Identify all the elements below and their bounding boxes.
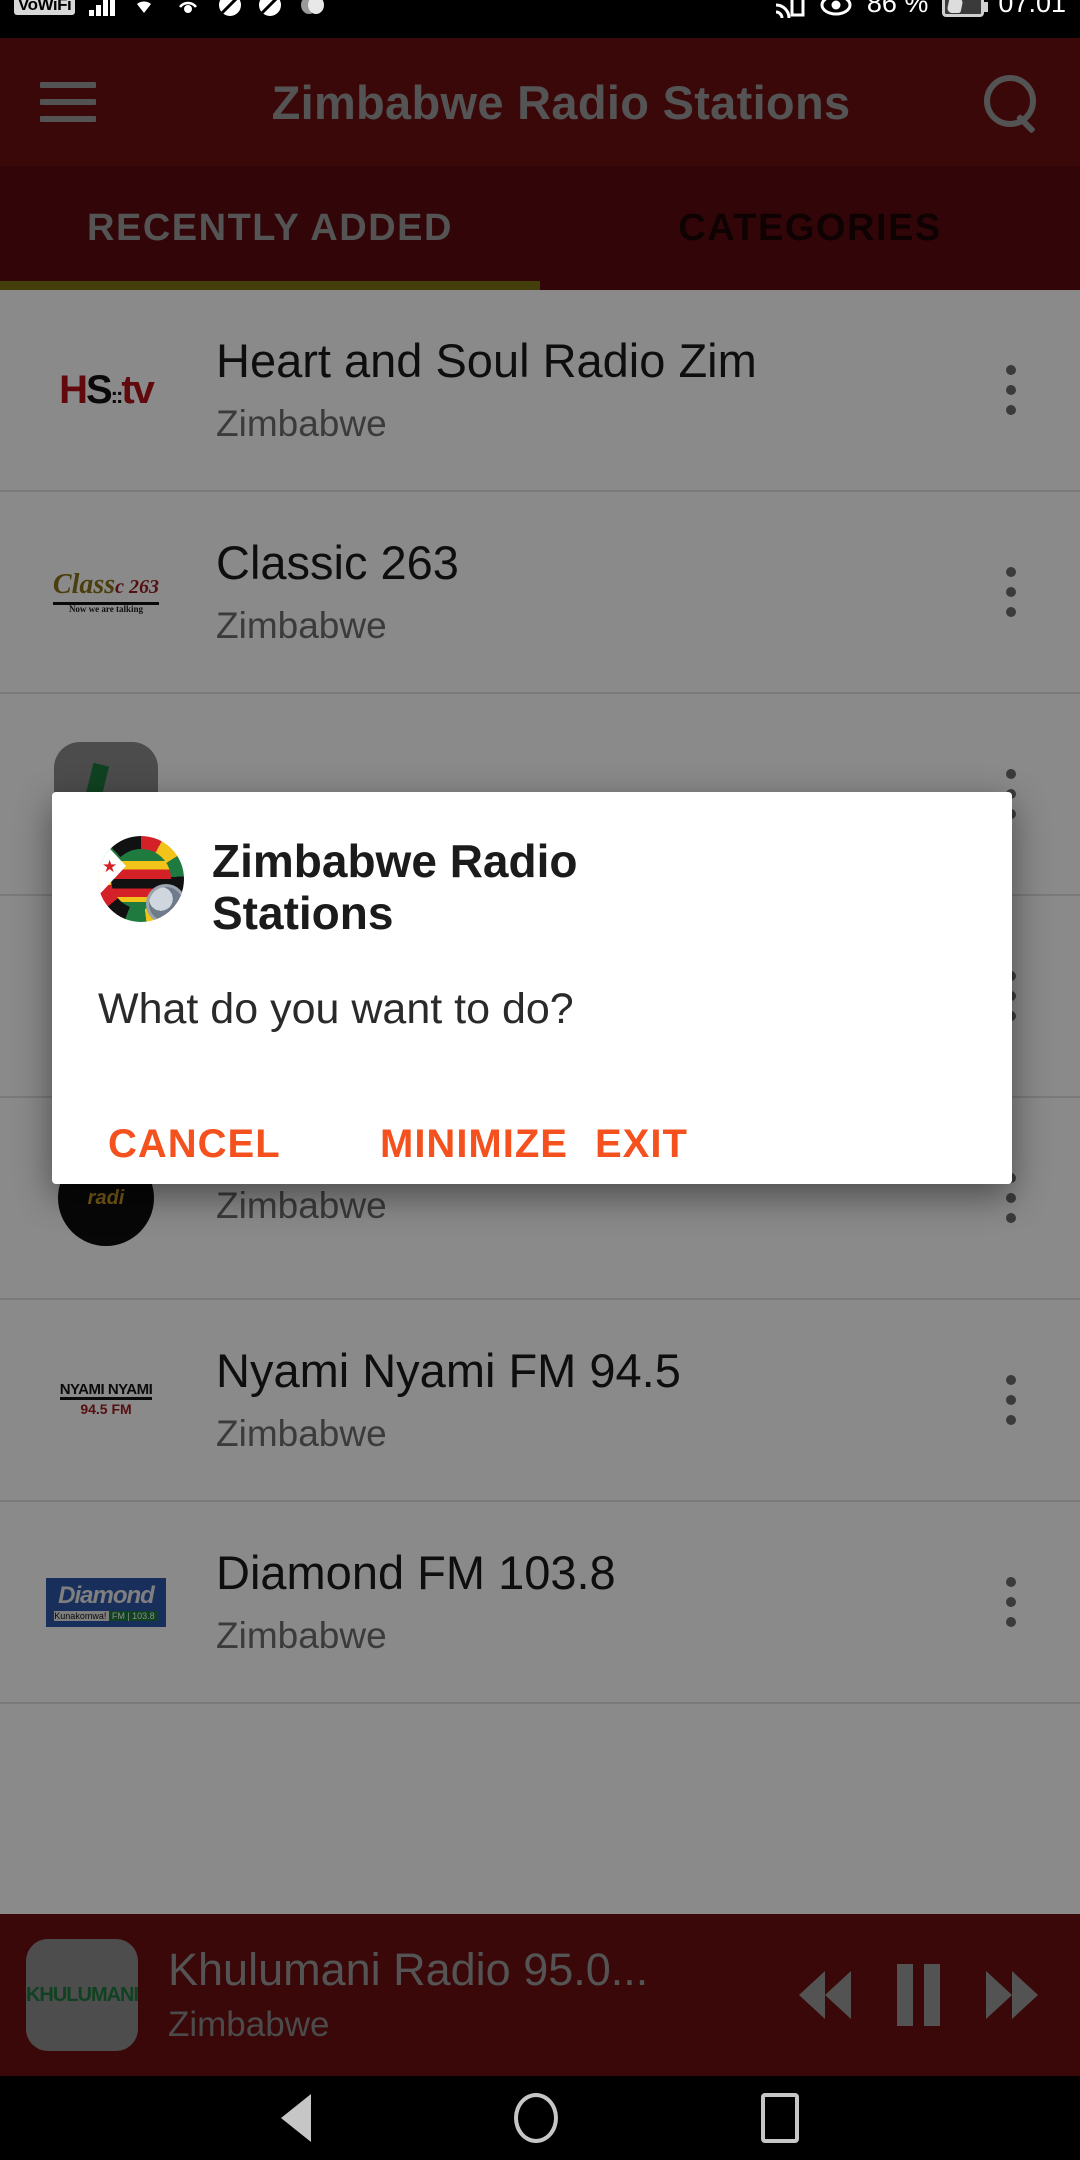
recents-square-icon[interactable] <box>760 2093 799 2143</box>
phone-screen: VoWiFi 86 % 07.01 Zimbabwe Radio Station… <box>0 0 1080 2160</box>
hotspot-icon <box>173 0 203 22</box>
dialog-title: Zimbabwe Radio Stations <box>212 835 578 939</box>
signal-bars-icon <box>89 0 116 22</box>
do-not-disturb-icon <box>257 0 283 22</box>
eye-care-icon <box>819 0 853 22</box>
home-circle-icon[interactable] <box>513 2093 558 2143</box>
cancel-button[interactable]: CANCEL <box>108 1122 281 1167</box>
battery-charging-icon <box>942 0 989 22</box>
wifi-icon <box>129 0 159 22</box>
battery-percent-label: 86 % <box>866 0 929 18</box>
minimize-button[interactable]: MINIMIZE <box>380 1122 568 1167</box>
back-triangle-icon[interactable] <box>281 2094 312 2142</box>
do-not-disturb-icon <box>217 0 243 22</box>
dialog-message: What do you want to do? <box>98 985 574 1034</box>
vowifi-badge-icon: VoWiFi <box>14 0 76 22</box>
exit-button[interactable]: EXIT <box>595 1122 688 1167</box>
clock-label: 07.01 <box>998 0 1066 18</box>
zimbabwe-radio-app-icon: ★ <box>98 836 184 922</box>
status-bar: VoWiFi 86 % 07.01 <box>0 0 1080 38</box>
cast-icon <box>773 0 805 22</box>
exit-confirm-dialog: ★ Zimbabwe Radio Stations What do you wa… <box>52 792 1012 1184</box>
system-nav-bar <box>0 2076 1080 2160</box>
sync-icon <box>297 0 327 22</box>
